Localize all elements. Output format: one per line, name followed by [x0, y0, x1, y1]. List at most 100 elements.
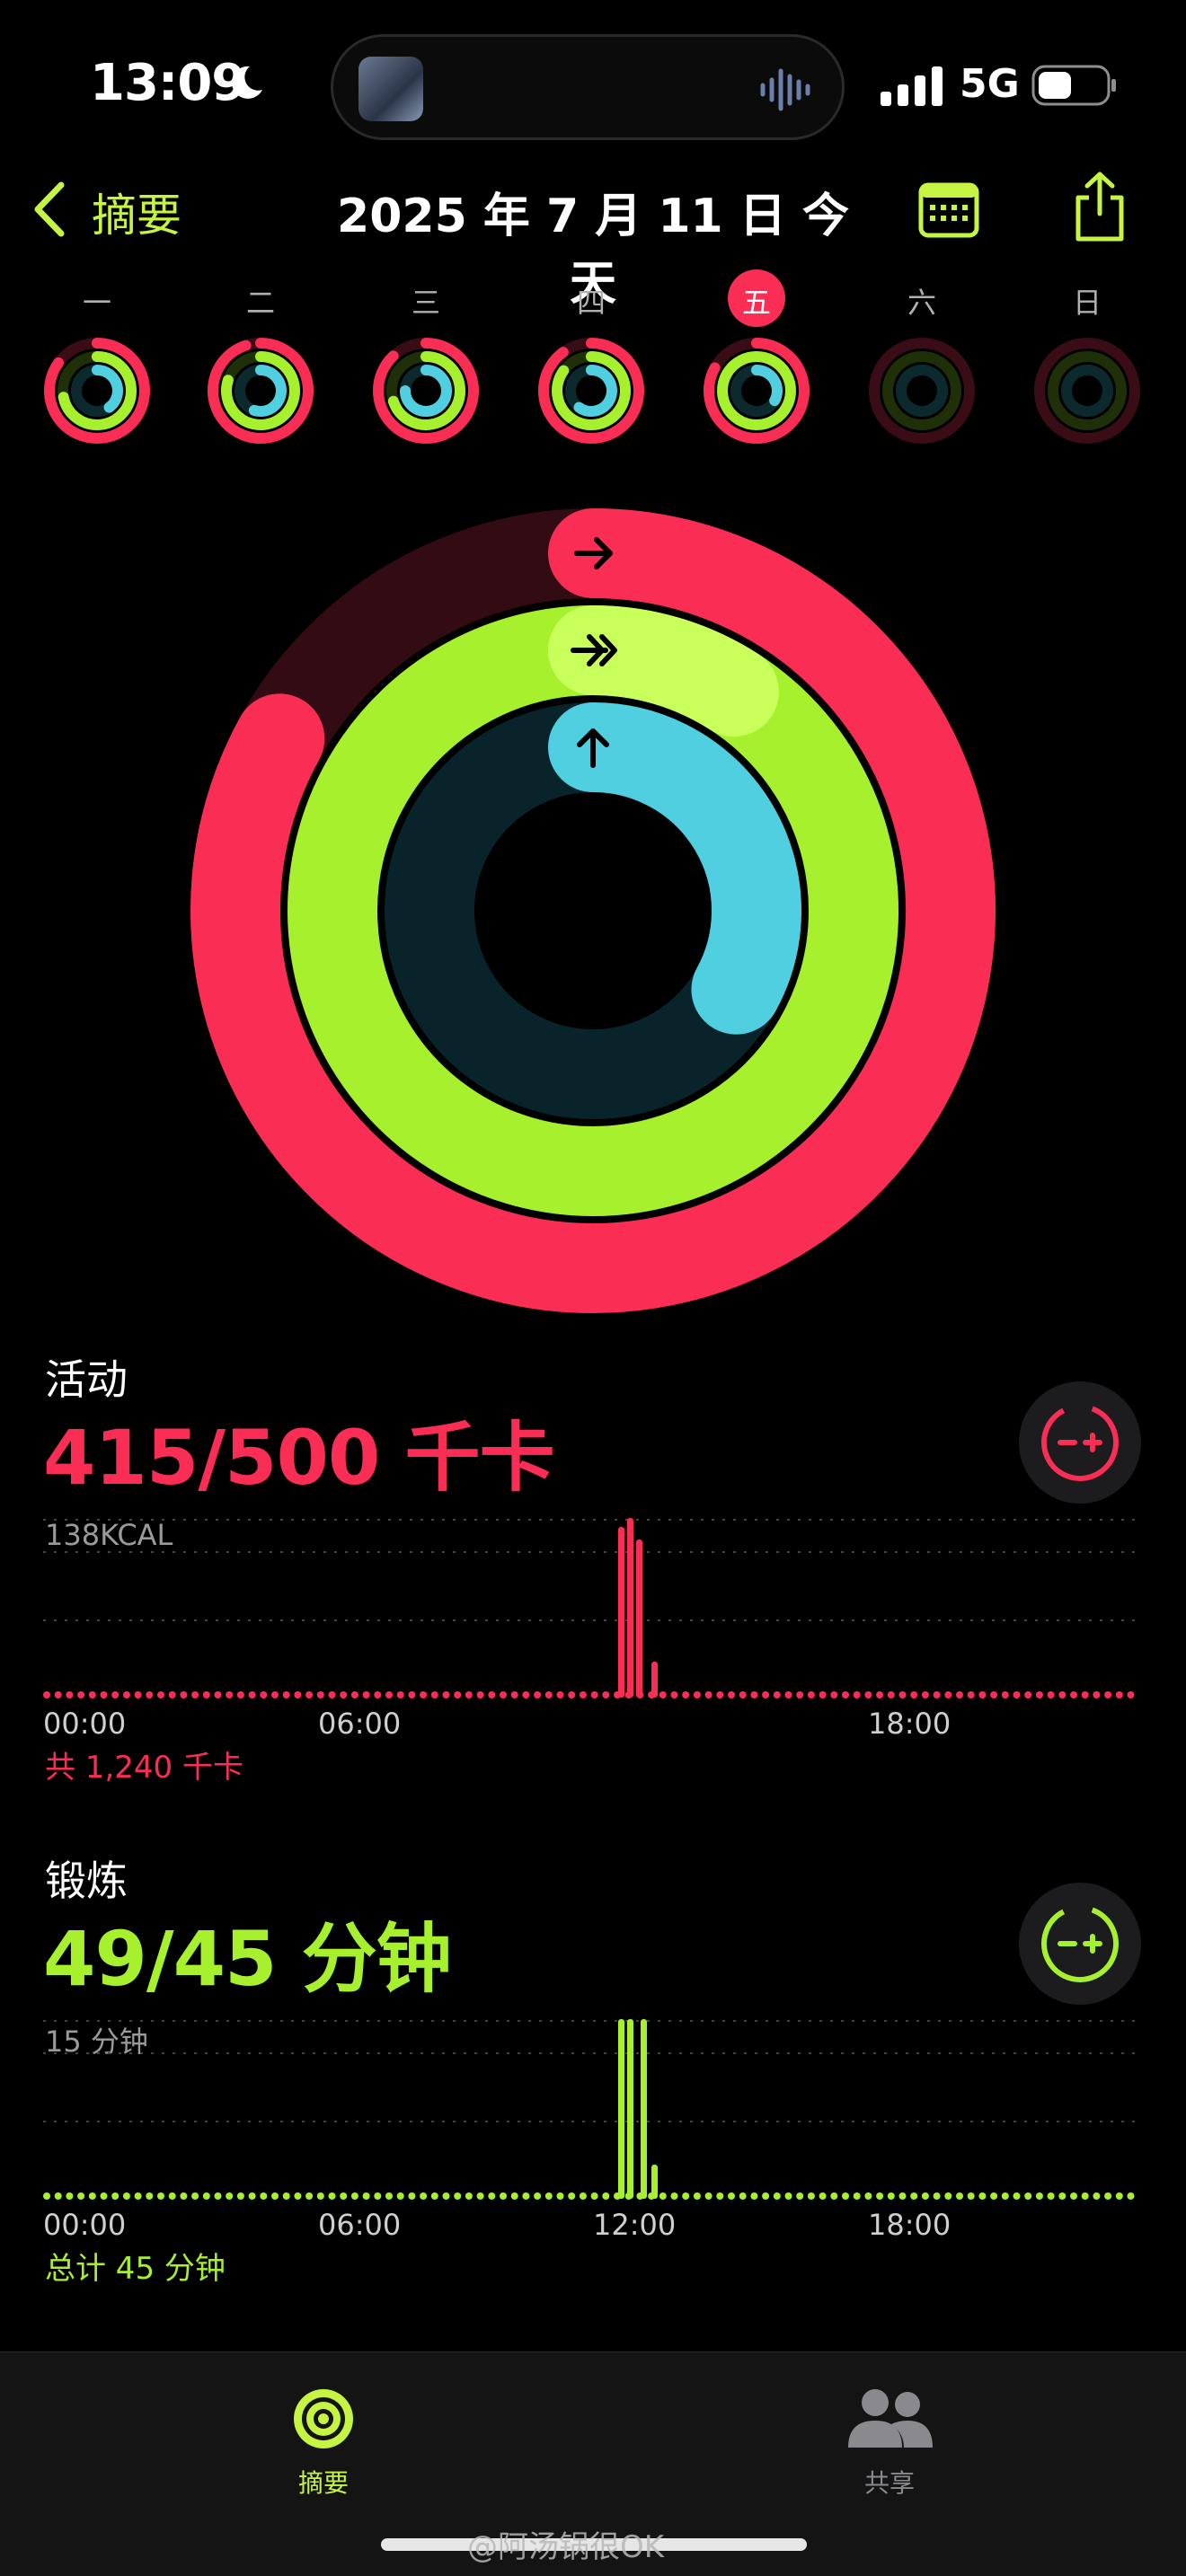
people-icon	[848, 2389, 933, 2448]
day-rings[interactable]	[700, 334, 813, 447]
chart-baseline-dot	[374, 2192, 382, 2200]
chart-baseline-dot	[157, 1691, 164, 1698]
day-rings[interactable]	[865, 334, 978, 447]
chart-baseline-dot	[864, 1691, 872, 1698]
chart-baseline-dot	[807, 1691, 815, 1698]
activity-rings-icon	[294, 2389, 353, 2448]
status-time: 13:09	[90, 54, 246, 112]
weekday-label[interactable]: 日	[1033, 280, 1141, 322]
chart-baseline-dot	[990, 1691, 998, 1698]
activity-xtick: 00:00	[43, 1707, 127, 1741]
chart-baseline-dot	[1013, 2192, 1021, 2200]
chart-baseline-dot	[305, 2192, 314, 2200]
chart-baseline-dot	[762, 2192, 770, 2200]
chart-bar	[627, 2019, 633, 2199]
weekday-label[interactable]: 三	[372, 280, 480, 322]
calendar-icon[interactable]	[918, 180, 979, 239]
chart-baseline-dot	[579, 1691, 587, 1698]
exercise-ring-overflow	[548, 605, 779, 737]
signal-bars-icon	[881, 66, 943, 106]
weekday-label[interactable]: 六	[868, 280, 976, 322]
chart-baseline-dot	[876, 1691, 884, 1698]
tab-sharing[interactable]: 共享	[827, 2370, 952, 2505]
chart-baseline-dot	[122, 2192, 130, 2200]
exercise-goal-button[interactable]	[1019, 1883, 1141, 2005]
chart-baseline-dot	[488, 2192, 496, 2200]
chart-baseline-dot	[967, 2192, 975, 2200]
chart-baseline-dot	[476, 1691, 484, 1698]
chart-baseline-dot	[978, 2192, 987, 2200]
weekday-label[interactable]: 二	[207, 280, 314, 322]
chart-baseline-dot	[510, 1691, 518, 1698]
tab-label: 共享	[863, 2468, 915, 2498]
chart-baseline-dot	[66, 1691, 74, 1698]
chart-baseline-dot	[260, 2192, 268, 2200]
chart-baseline-dot	[728, 2192, 735, 2200]
share-icon[interactable]	[1071, 171, 1128, 243]
tab-summary[interactable]: 摘要	[261, 2370, 386, 2505]
chart-baseline-dot	[842, 1691, 849, 1698]
chart-baseline-dot	[853, 2192, 861, 2200]
chart-baseline-dot	[454, 1691, 462, 1698]
chart-baseline-dot	[568, 2192, 576, 2200]
chart-baseline-dot	[43, 1691, 50, 1698]
day-rings[interactable]	[40, 334, 154, 447]
activity-goal-button[interactable]	[1019, 1381, 1141, 1504]
chart-baseline-dot	[510, 2192, 518, 2200]
weekday-label[interactable]: 四	[537, 280, 645, 322]
chart-baseline-dot	[819, 2192, 827, 2200]
chart-baseline-dot	[1081, 2192, 1089, 2200]
chart-baseline-dot	[898, 2192, 907, 2200]
activity-xtick: 18:00	[868, 1707, 951, 1741]
day-rings[interactable]	[204, 334, 317, 447]
chart-baseline-dot	[659, 1691, 667, 1698]
day-rings[interactable]	[535, 334, 648, 447]
exercise-value: 49/45 分钟	[43, 1915, 452, 2003]
chart-baseline-dot	[408, 1691, 416, 1698]
chart-baseline-dot	[328, 2192, 336, 2200]
chart-baseline-dot	[853, 1691, 861, 1698]
chart-baseline-dot	[442, 1691, 450, 1698]
chart-baseline-dot	[830, 2192, 838, 2200]
chart-baseline-dot	[66, 2192, 74, 2200]
chart-baseline-dot	[796, 1691, 804, 1698]
chart-baseline-dot	[670, 1691, 678, 1698]
back-button[interactable]: 摘要	[92, 180, 181, 244]
chart-baseline-dot	[157, 2192, 164, 2200]
chart-bar	[627, 1518, 633, 1698]
chart-baseline-dot	[670, 2192, 678, 2200]
day-rings[interactable]	[1031, 334, 1144, 447]
chart-baseline-dot	[682, 1691, 690, 1698]
chart-baseline-dot	[956, 2192, 963, 2200]
chart-baseline-dot	[43, 2192, 50, 2200]
chart-baseline-dot	[328, 1691, 336, 1698]
chart-baseline-dot	[396, 1691, 404, 1698]
dynamic-island[interactable]	[331, 34, 845, 140]
chart-baseline-dot	[226, 1691, 234, 1698]
chart-baseline-dot	[385, 2192, 393, 2200]
chart-baseline-dot	[990, 2192, 998, 2200]
day-rings[interactable]	[369, 334, 482, 447]
chart-baseline-dot	[773, 1691, 781, 1698]
chart-baseline-dot	[1058, 1691, 1067, 1698]
chart-baseline-dot	[294, 1691, 302, 1698]
chart-baseline-dot	[1001, 2192, 1009, 2200]
chart-bar	[636, 1539, 642, 1698]
network-type: 5G	[960, 61, 1020, 107]
chart-baseline-dot	[146, 1691, 154, 1698]
chart-baseline-dot	[739, 1691, 747, 1698]
chart-baseline-dot	[579, 2192, 587, 2200]
chart-baseline-dot	[750, 2192, 758, 2200]
chart-baseline-dot	[534, 2192, 542, 2200]
chart-baseline-dot	[762, 1691, 770, 1698]
chart-baseline-dot	[420, 2192, 428, 2200]
weekday-label[interactable]: 一	[43, 280, 151, 322]
exercise-chart	[43, 2019, 1143, 2200]
chart-baseline-dot	[978, 1691, 987, 1698]
chart-baseline-dot	[1070, 1691, 1077, 1698]
weekday-label[interactable]: 五	[703, 280, 810, 322]
chevron-left-icon[interactable]	[31, 178, 70, 241]
now-playing-artwork[interactable]	[358, 57, 423, 121]
exercise-xtick: 06:00	[318, 2208, 402, 2242]
adjust-goal-icon	[1041, 1404, 1119, 1481]
